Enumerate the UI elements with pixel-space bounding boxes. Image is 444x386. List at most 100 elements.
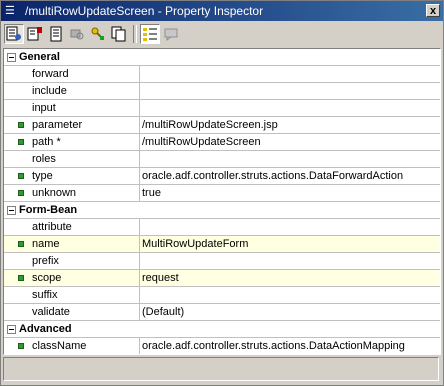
status-bar: [3, 357, 439, 381]
find-button[interactable]: [67, 24, 87, 44]
property-name-cell: prefix: [4, 253, 140, 269]
property-row[interactable]: path * /multiRowUpdateScreen: [4, 134, 440, 151]
property-name-cell: include: [4, 83, 140, 99]
property-row[interactable]: roles: [4, 151, 440, 168]
property-value[interactable]: MultiRowUpdateForm: [140, 236, 440, 252]
property-name-cell: suffix: [4, 287, 140, 303]
property-row[interactable]: parameter/multiRowUpdateScreen.jsp: [4, 117, 440, 134]
comment-icon: [164, 28, 178, 41]
property-value[interactable]: [140, 151, 440, 167]
category-label: Advanced: [19, 323, 72, 335]
property-row[interactable]: include: [4, 83, 440, 100]
property-name-cell: type: [4, 168, 140, 184]
document-icon: [50, 26, 62, 42]
set-value-indicator-icon: [18, 139, 24, 145]
property-row[interactable]: suffix: [4, 287, 440, 304]
property-value[interactable]: request: [140, 270, 440, 286]
property-name-cell: validate: [4, 304, 140, 320]
property-row[interactable]: input: [4, 100, 440, 117]
set-value-indicator-icon: [18, 190, 24, 196]
property-name: className: [32, 340, 87, 352]
category-general[interactable]: General: [4, 49, 440, 66]
property-name-cell: className: [4, 338, 140, 354]
property-value[interactable]: (Default): [140, 304, 440, 320]
edit-button[interactable]: [25, 24, 45, 44]
category-form-bean[interactable]: Form-Bean: [4, 202, 440, 219]
window-title: /multiRowUpdateScreen - Property Inspect…: [25, 4, 264, 18]
set-value-indicator-icon: [18, 173, 24, 179]
property-name-cell: forward: [4, 66, 140, 82]
property-name-cell: parameter: [4, 117, 140, 133]
property-row[interactable]: attribute: [4, 219, 440, 236]
property-inspector-window: ☰ /multiRowUpdateScreen - Property Inspe…: [0, 0, 444, 386]
property-name: suffix: [32, 289, 58, 301]
property-name-cell: name: [4, 236, 140, 252]
key-button[interactable]: [88, 24, 108, 44]
collapse-toggle-icon[interactable]: [7, 205, 16, 215]
property-name: roles: [32, 153, 56, 165]
toolbar: [1, 22, 443, 46]
property-value[interactable]: /multiRowUpdateScreen.jsp: [140, 117, 440, 133]
property-name-cell: input: [4, 100, 140, 116]
property-row[interactable]: scope request: [4, 270, 440, 287]
property-name: input: [32, 102, 56, 114]
copy-button[interactable]: [109, 24, 129, 44]
properties-view-button[interactable]: [4, 24, 24, 44]
property-row[interactable]: name MultiRowUpdateForm: [4, 236, 440, 253]
set-value-indicator-icon: [18, 122, 24, 128]
property-name-cell: attribute: [4, 219, 140, 235]
property-name: scope: [32, 272, 62, 284]
property-name: include: [32, 85, 67, 97]
property-value[interactable]: [140, 100, 440, 116]
property-name: unknown: [32, 187, 77, 199]
set-value-indicator-icon: [18, 343, 24, 349]
copy-icon: [111, 26, 126, 42]
property-value[interactable]: oracle.adf.controller.struts.actions.Dat…: [140, 168, 440, 184]
find-icon: [70, 29, 84, 40]
category-advanced[interactable]: Advanced: [4, 321, 440, 338]
category-label: General: [19, 51, 60, 63]
categorize-button[interactable]: [140, 24, 160, 44]
property-name: attribute: [32, 221, 72, 233]
property-value[interactable]: [140, 66, 440, 82]
key-icon: [91, 27, 104, 40]
property-grid: General forward include input parameter/mult…: [3, 48, 441, 355]
property-name-cell: unknown: [4, 185, 140, 201]
category-label: Form-Bean: [19, 204, 78, 216]
close-button[interactable]: x: [426, 4, 440, 17]
property-row[interactable]: unknown true: [4, 185, 440, 202]
collapse-toggle-icon[interactable]: [7, 52, 16, 62]
property-value[interactable]: true: [140, 185, 440, 201]
document-button[interactable]: [46, 24, 66, 44]
title-bar[interactable]: ☰ /multiRowUpdateScreen - Property Inspe…: [1, 1, 443, 21]
property-value[interactable]: [140, 287, 440, 303]
property-row[interactable]: validate (Default): [4, 304, 440, 321]
set-value-indicator-icon: [18, 275, 24, 281]
property-value[interactable]: [140, 219, 440, 235]
window-icon: ☰: [5, 5, 15, 17]
set-value-indicator-icon: [18, 241, 24, 247]
property-name-cell: roles: [4, 151, 140, 167]
property-row[interactable]: className oracle.adf.controller.struts.ac…: [4, 338, 440, 354]
property-value[interactable]: [140, 253, 440, 269]
edit-icon: [27, 27, 42, 41]
property-name: path *: [32, 136, 61, 148]
toolbar-separator: [133, 25, 137, 43]
property-value[interactable]: [140, 83, 440, 99]
comment-button[interactable]: [161, 24, 181, 44]
property-row[interactable]: type oracle.adf.controller.struts.actions…: [4, 168, 440, 185]
property-name: name: [32, 238, 60, 250]
collapse-toggle-icon[interactable]: [7, 324, 16, 334]
property-name: validate: [32, 306, 70, 318]
property-value[interactable]: /multiRowUpdateScreen: [140, 134, 440, 150]
property-name: prefix: [32, 255, 59, 267]
property-value[interactable]: oracle.adf.controller.struts.actions.Dat…: [140, 338, 440, 354]
property-name-cell: path *: [4, 134, 140, 150]
property-row[interactable]: prefix: [4, 253, 440, 270]
property-name-cell: scope: [4, 270, 140, 286]
properties-view-icon: [6, 26, 21, 41]
property-name: forward: [32, 68, 69, 80]
categorize-icon: [143, 28, 157, 41]
property-row[interactable]: forward: [4, 66, 440, 83]
property-name: parameter: [32, 119, 83, 131]
